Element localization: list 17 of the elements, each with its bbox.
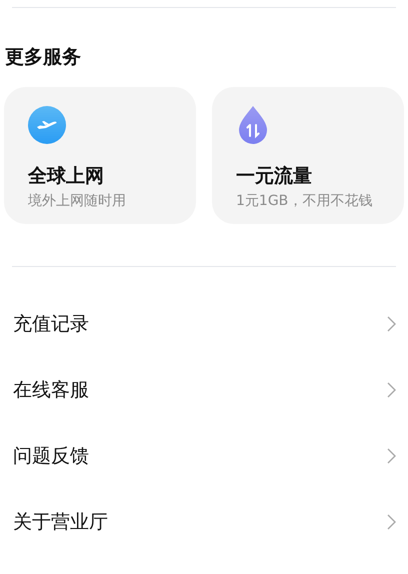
service-title: 一元流量 [236, 164, 313, 188]
menu-item[interactable]: 问题反馈 [0, 423, 408, 489]
menu-item[interactable]: 充值记录 [0, 291, 408, 357]
service-subtitle: 1元1GB，不用不花钱 [236, 192, 374, 210]
chevron-right-icon [387, 382, 396, 398]
chevron-right-icon [387, 316, 396, 332]
service-title: 全球上网 [28, 164, 105, 188]
chevron-right-icon [387, 514, 396, 530]
chevron-right-icon [387, 448, 396, 464]
menu-item[interactable]: 关于营业厅 [0, 489, 408, 555]
service-subtitle: 境外上网随时用 [28, 192, 127, 210]
airplane-icon [28, 106, 66, 144]
service-card[interactable]: 全球上网 境外上网随时用 [4, 87, 196, 224]
service-card[interactable]: 一元流量 1元1GB，不用不花钱 [212, 87, 404, 224]
section-title: 更多服务 [5, 45, 82, 70]
menu-item[interactable]: 在线客服 [0, 357, 408, 423]
droplet-icon [236, 105, 270, 145]
